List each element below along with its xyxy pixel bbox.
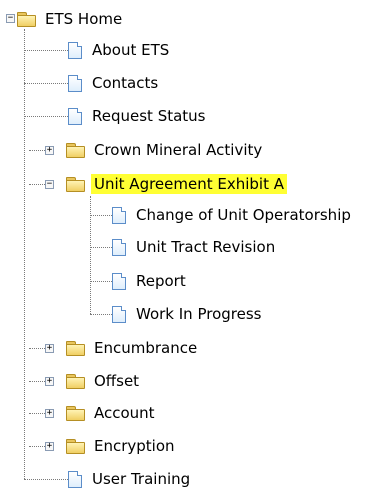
- tree-connector-line: [24, 83, 68, 84]
- tree-node-unit-tract-revision[interactable]: Unit Tract Revision: [112, 235, 278, 259]
- tree-node-ets-home[interactable]: ETS Home: [17, 7, 125, 31]
- tree-node-user-training[interactable]: User Training: [68, 467, 193, 491]
- folder-open-icon: [66, 177, 85, 192]
- navigation-tree: − + − + + + + ETS Home About ETS Contact…: [0, 0, 385, 488]
- expand-toggle-encumbrance[interactable]: +: [45, 344, 54, 353]
- document-icon: [112, 273, 126, 290]
- tree-node-request-status[interactable]: Request Status: [68, 104, 209, 128]
- tree-node-unit-agreement-exhibit-a[interactable]: Unit Agreement Exhibit A: [66, 172, 288, 196]
- tree-connector-line: [90, 196, 91, 314]
- tree-node-label[interactable]: Encryption: [91, 436, 178, 456]
- tree-connector-line: [90, 215, 112, 216]
- tree-node-label[interactable]: Account: [91, 403, 158, 423]
- tree-connector-line: [24, 116, 68, 117]
- collapse-toggle-ets-home[interactable]: −: [6, 14, 15, 23]
- tree-connector-line: [90, 314, 112, 315]
- tree-node-about-ets[interactable]: About ETS: [68, 38, 172, 62]
- expand-toggle-offset[interactable]: +: [45, 377, 54, 386]
- tree-node-label[interactable]: Unit Tract Revision: [133, 237, 278, 257]
- document-icon: [112, 239, 126, 256]
- document-icon: [68, 42, 82, 59]
- tree-connector-line: [90, 281, 112, 282]
- document-icon: [68, 75, 82, 92]
- folder-open-icon: [17, 12, 36, 27]
- folder-icon: [66, 341, 85, 356]
- tree-node-label-selected[interactable]: Unit Agreement Exhibit A: [91, 174, 288, 194]
- tree-connector-line: [24, 50, 68, 51]
- tree-connector-line: [90, 247, 112, 248]
- expand-toggle-encryption[interactable]: +: [45, 442, 54, 451]
- tree-node-change-of-unit-operatorship[interactable]: Change of Unit Operatorship: [112, 203, 354, 227]
- tree-node-encumbrance[interactable]: Encumbrance: [66, 336, 200, 360]
- document-icon: [68, 108, 82, 125]
- document-icon: [112, 306, 126, 323]
- tree-node-label[interactable]: Request Status: [89, 106, 209, 126]
- document-icon: [68, 471, 82, 488]
- expand-toggle-crown-mineral-activity[interactable]: +: [45, 146, 54, 155]
- tree-node-contacts[interactable]: Contacts: [68, 71, 161, 95]
- tree-node-label[interactable]: Offset: [91, 371, 142, 391]
- tree-node-label[interactable]: Report: [133, 271, 189, 291]
- tree-node-account[interactable]: Account: [66, 401, 158, 425]
- tree-node-label[interactable]: Encumbrance: [91, 338, 200, 358]
- tree-node-label[interactable]: Crown Mineral Activity: [91, 140, 265, 160]
- document-icon: [112, 207, 126, 224]
- tree-node-report[interactable]: Report: [112, 269, 189, 293]
- tree-node-work-in-progress[interactable]: Work In Progress: [112, 302, 264, 326]
- tree-node-encryption[interactable]: Encryption: [66, 434, 178, 458]
- collapse-toggle-unit-agreement-exhibit-a[interactable]: −: [45, 180, 54, 189]
- tree-node-label[interactable]: Change of Unit Operatorship: [133, 205, 354, 225]
- tree-node-label[interactable]: Work In Progress: [133, 304, 264, 324]
- folder-icon: [66, 374, 85, 389]
- tree-connector-line: [24, 479, 68, 480]
- tree-node-crown-mineral-activity[interactable]: Crown Mineral Activity: [66, 138, 265, 162]
- tree-connector-line: [24, 29, 25, 479]
- tree-node-label[interactable]: User Training: [89, 469, 193, 489]
- folder-icon: [66, 406, 85, 421]
- folder-icon: [66, 439, 85, 454]
- tree-node-label[interactable]: Contacts: [89, 73, 161, 93]
- tree-node-offset[interactable]: Offset: [66, 369, 142, 393]
- tree-node-label[interactable]: About ETS: [89, 40, 172, 60]
- tree-node-label[interactable]: ETS Home: [42, 9, 125, 29]
- folder-icon: [66, 143, 85, 158]
- expand-toggle-account[interactable]: +: [45, 409, 54, 418]
